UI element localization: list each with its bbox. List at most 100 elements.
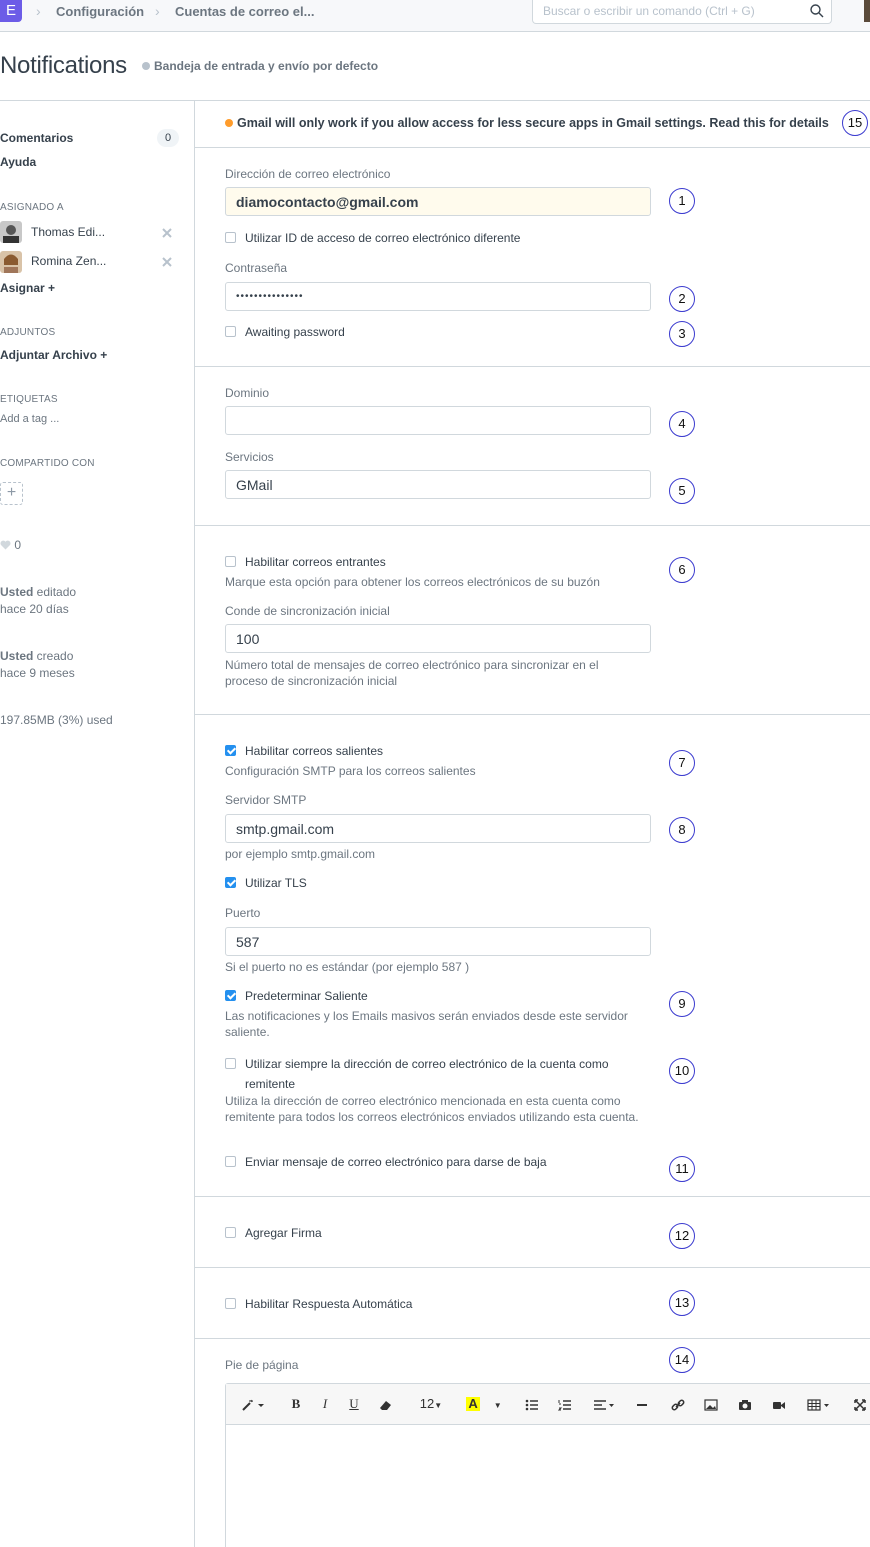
divider xyxy=(195,147,870,148)
eraser-icon xyxy=(380,1400,391,1410)
attach-file-button[interactable]: Adjuntar Archivo + xyxy=(0,348,107,362)
avatar xyxy=(0,251,22,273)
checkbox-box[interactable] xyxy=(225,556,236,567)
checkbox-box[interactable] xyxy=(225,1058,236,1069)
sync-label: Conde de sincronización inicial xyxy=(225,604,390,618)
sidebar-comments[interactable]: Comentarios xyxy=(0,131,73,145)
font-size-value: 12 xyxy=(419,1396,435,1411)
awaiting-password-checkbox[interactable]: Awaiting password xyxy=(225,325,345,339)
signature-label: Agregar Firma xyxy=(245,1226,322,1240)
magic-wand-icon xyxy=(242,1399,264,1411)
sidebar-help[interactable]: Ayuda xyxy=(0,155,36,169)
edited-word: editado xyxy=(33,585,77,599)
app-logo[interactable]: E xyxy=(0,0,22,22)
annotation-10: 10 xyxy=(669,1058,695,1084)
table-dropdown[interactable] xyxy=(802,1392,836,1416)
numbered-list-icon xyxy=(557,1399,571,1411)
diff-login-checkbox[interactable]: Utilizar ID de acceso de correo electrón… xyxy=(225,231,520,245)
assign-button[interactable]: Asignar + xyxy=(0,281,55,295)
annotation-13: 13 xyxy=(669,1290,695,1316)
password-field[interactable] xyxy=(225,282,651,311)
divider xyxy=(0,100,870,101)
divider xyxy=(195,1196,870,1197)
horizontal-rule-button[interactable] xyxy=(630,1392,654,1416)
unsubscribe-checkbox[interactable]: Enviar mensaje de correo electrónico par… xyxy=(225,1155,547,1169)
footer-label: Pie de página xyxy=(225,1358,299,1372)
close-icon[interactable] xyxy=(161,256,173,268)
checkbox-box[interactable] xyxy=(225,990,236,1001)
checkbox-box[interactable] xyxy=(225,1227,236,1238)
created-word: creado xyxy=(33,649,74,663)
always-sender-checkbox[interactable]: Utilizar siempre la dirección de correo … xyxy=(225,1054,655,1094)
smtp-server-field[interactable] xyxy=(225,814,651,843)
top-navbar: E › Configuración › Cuentas de correo el… xyxy=(0,0,870,32)
assignee-name[interactable]: Romina Zen... xyxy=(31,254,106,268)
tls-checkbox[interactable]: Utilizar TLS xyxy=(225,876,307,890)
annotation-8: 8 xyxy=(669,817,695,843)
italic-button[interactable]: I xyxy=(313,1392,337,1416)
checkbox-box[interactable] xyxy=(225,232,236,243)
assignee-name[interactable]: Thomas Edi... xyxy=(31,225,105,239)
align-dropdown[interactable] xyxy=(588,1392,620,1416)
likes-count: 0 xyxy=(14,538,22,552)
attachments-heading: ADJUNTOS xyxy=(0,327,56,338)
add-share-button[interactable]: + xyxy=(0,482,23,505)
search-input[interactable] xyxy=(533,0,793,22)
video-button[interactable] xyxy=(767,1392,791,1416)
breadcrumb-email-accounts[interactable]: Cuentas de correo el... xyxy=(175,4,314,19)
checkbox-box[interactable] xyxy=(225,877,236,888)
camera-button[interactable] xyxy=(733,1392,757,1416)
eraser-button[interactable] xyxy=(374,1392,398,1416)
horizontal-rule-icon xyxy=(637,1403,647,1406)
chevron-right-icon: › xyxy=(36,3,41,19)
editor-content-area[interactable] xyxy=(226,1426,870,1547)
annotation-3: 3 xyxy=(669,321,695,347)
checkbox-box[interactable] xyxy=(225,745,236,756)
bold-button[interactable]: B xyxy=(284,1392,308,1416)
bullet-list-button[interactable] xyxy=(520,1392,544,1416)
fullscreen-button[interactable] xyxy=(848,1392,870,1416)
checkbox-box[interactable] xyxy=(225,1298,236,1309)
gmail-warning-alert[interactable]: Gmail will only work if you allow access… xyxy=(225,116,829,130)
unsubscribe-label: Enviar mensaje de correo electrónico par… xyxy=(245,1155,547,1169)
created-info: Usted creado xyxy=(0,649,73,663)
font-size-dropdown[interactable]: 12▼ xyxy=(414,1392,448,1416)
signature-checkbox[interactable]: Agregar Firma xyxy=(225,1226,322,1240)
shared-heading: COMPARTIDO CON xyxy=(0,458,95,469)
align-left-icon xyxy=(594,1399,614,1410)
sync-count-field[interactable] xyxy=(225,624,651,653)
chevron-right-icon: › xyxy=(155,3,160,19)
page-title: Notifications xyxy=(0,52,127,79)
annotation-5: 5 xyxy=(669,478,695,504)
likes[interactable]: 0 xyxy=(0,538,21,552)
outgoing-checkbox[interactable]: Habilitar correos salientes xyxy=(225,744,383,758)
add-tag-link[interactable]: Add a tag ... xyxy=(0,413,59,425)
underline-button[interactable]: U xyxy=(342,1392,366,1416)
auto-reply-checkbox[interactable]: Habilitar Respuesta Automática xyxy=(225,1297,412,1311)
user-avatar[interactable] xyxy=(864,0,870,22)
domain-field[interactable] xyxy=(225,406,651,435)
breadcrumb-settings[interactable]: Configuración xyxy=(56,4,144,19)
numbered-list-button[interactable] xyxy=(553,1392,577,1416)
annotation-6: 6 xyxy=(669,557,695,583)
magic-wand-dropdown[interactable] xyxy=(234,1392,272,1416)
incoming-checkbox[interactable]: Habilitar correos entrantes xyxy=(225,555,386,569)
outgoing-help: Configuración SMTP para los correos sali… xyxy=(225,764,476,778)
search-bar xyxy=(532,0,832,24)
service-label: Servicios xyxy=(225,450,274,464)
search-icon[interactable] xyxy=(809,3,825,19)
link-button[interactable] xyxy=(666,1392,690,1416)
checkbox-box[interactable] xyxy=(225,326,236,337)
highlight-color-dropdown[interactable]: A ▼ xyxy=(460,1392,508,1416)
port-field[interactable] xyxy=(225,927,651,956)
image-button[interactable] xyxy=(699,1392,723,1416)
storage-usage: 197.85MB (3%) used xyxy=(0,713,113,727)
service-field[interactable] xyxy=(225,470,651,499)
checkbox-box[interactable] xyxy=(225,1156,236,1167)
close-icon[interactable] xyxy=(161,227,173,239)
default-outgoing-checkbox[interactable]: Predeterminar Saliente xyxy=(225,989,368,1003)
caret-down-icon: ▼ xyxy=(493,1401,502,1410)
bullet-list-icon xyxy=(525,1399,538,1410)
email-field[interactable] xyxy=(225,187,651,216)
comments-count-badge: 0 xyxy=(157,129,179,147)
